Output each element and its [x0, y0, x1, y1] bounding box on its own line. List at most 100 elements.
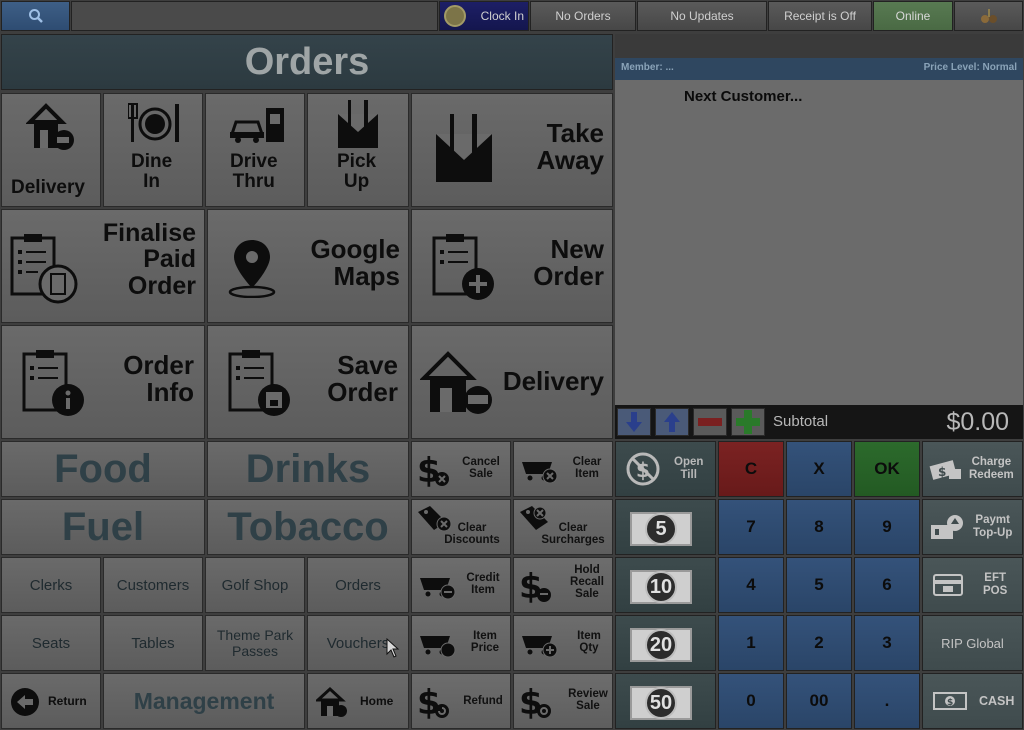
clear-discounts-button[interactable]: Clear Discounts [411, 499, 511, 555]
category-tobacco[interactable]: Tobacco [207, 499, 409, 555]
banknote-icon: 5 [630, 512, 692, 546]
category-food[interactable]: Food [1, 441, 205, 497]
mouse-cursor-icon [386, 638, 400, 658]
hold-recall-sale-button[interactable]: $ Hold Recall Sale [513, 557, 613, 613]
card-terminal-icon [933, 574, 963, 596]
scroll-down-button[interactable] [617, 408, 651, 436]
category-seats[interactable]: Seats [1, 615, 101, 671]
pos-screen: Clock In No Orders No Updates Receipt is… [0, 0, 1024, 730]
review-sale-button[interactable]: $ Review Sale [513, 673, 613, 729]
save-order-tile[interactable]: Save Order [207, 325, 409, 439]
category-vouchers[interactable]: Vouchers [307, 615, 409, 671]
charge-redeem-button[interactable]: $ Charge Redeem [922, 441, 1023, 497]
clear-surcharges-button[interactable]: Clear Surcharges [513, 499, 613, 555]
category-tables[interactable]: Tables [103, 615, 203, 671]
item-qty-button[interactable]: Item Qty [513, 615, 613, 671]
updates-status[interactable]: No Updates [637, 1, 767, 31]
digit-6[interactable]: 6 [854, 557, 920, 613]
bag-cutlery-large-icon [436, 114, 492, 182]
google-maps-tile[interactable]: Google Maps [207, 209, 409, 323]
credit-item-button[interactable]: Credit Item [411, 557, 511, 613]
member-label: Member: ... [621, 62, 674, 73]
cash-note-icon: $ [933, 692, 967, 710]
finalise-paid-order-tile[interactable]: Finalise Paid Order [1, 209, 205, 323]
page-title: Orders [244, 40, 370, 83]
category-clerks[interactable]: Clerks [1, 557, 101, 613]
delivery-large-tile[interactable]: Delivery [411, 325, 613, 439]
refund-button[interactable]: $ Refund [411, 673, 511, 729]
category-fuel[interactable]: Fuel [1, 499, 205, 555]
increase-qty-button[interactable] [731, 408, 765, 436]
member-bar[interactable]: Member: ... Price Level: Normal [615, 58, 1023, 80]
digit-4[interactable]: 4 [718, 557, 784, 613]
plate-cutlery-icon [128, 103, 179, 142]
category-drinks[interactable]: Drinks [207, 441, 409, 497]
cash-button[interactable]: $ CASH [922, 673, 1023, 729]
ok-key[interactable]: OK [854, 441, 920, 497]
dollar-hold-icon: $ [519, 568, 551, 604]
take-away-tile[interactable]: Take Away [411, 93, 613, 207]
orders-status[interactable]: No Orders [530, 1, 636, 31]
scroll-up-button[interactable] [655, 408, 689, 436]
category-golf-shop[interactable]: Golf Shop [205, 557, 305, 613]
clipboard-receipt-icon [10, 234, 78, 304]
receipt-status[interactable]: Receipt is Off [768, 1, 872, 31]
topbar-spacer [71, 1, 438, 31]
digit-7[interactable]: 7 [718, 499, 784, 555]
basket-dollar-icon [420, 636, 456, 658]
new-order-tile[interactable]: New Order [411, 209, 613, 323]
home-icon [316, 686, 347, 717]
management-button[interactable]: Management [103, 673, 305, 729]
clipboard-add-icon [432, 234, 494, 300]
delivery-tile[interactable]: Delivery [1, 93, 101, 207]
orders-header: Orders [1, 34, 613, 90]
return-button[interactable]: Return [1, 673, 101, 729]
order-info-tile[interactable]: Order Info [1, 325, 205, 439]
digit-2[interactable]: 2 [786, 615, 852, 671]
category-orders[interactable]: Orders [307, 557, 409, 613]
clock-in-button[interactable]: Clock In [439, 1, 529, 31]
open-till-button[interactable]: $ OpenTill [615, 441, 716, 497]
digit-9[interactable]: 9 [854, 499, 920, 555]
item-price-button[interactable]: Item Price [411, 615, 511, 671]
digit-0[interactable]: 0 [718, 673, 784, 729]
category-customers[interactable]: Customers [103, 557, 203, 613]
rip-global-button[interactable]: RIP Global [922, 615, 1023, 671]
eft-pos-button[interactable]: EFT POS [922, 557, 1023, 613]
settings-button[interactable] [954, 1, 1023, 31]
svg-text:$: $ [947, 698, 953, 708]
cash-note-10[interactable]: 10 [615, 557, 716, 613]
drive-thru-tile[interactable]: Drive Thru [205, 93, 305, 207]
decimal-key[interactable]: . [854, 673, 920, 729]
decrease-qty-button[interactable] [693, 408, 727, 436]
money-topup-icon [931, 515, 963, 539]
cancel-sale-button[interactable]: $ Cancel Sale [411, 441, 511, 497]
clipboard-info-icon [22, 350, 84, 416]
search-icon [28, 9, 43, 23]
digit-8[interactable]: 8 [786, 499, 852, 555]
arrow-up-icon [664, 412, 680, 432]
pick-up-tile[interactable]: Pick Up [307, 93, 409, 207]
cancel-key[interactable]: X [786, 441, 852, 497]
cash-note-5[interactable]: 5 [615, 499, 716, 555]
house-delivery-icon [26, 103, 74, 150]
digit-5[interactable]: 5 [786, 557, 852, 613]
dine-in-tile[interactable]: Dine In [103, 93, 203, 207]
digit-3[interactable]: 3 [854, 615, 920, 671]
category-theme-park-passes[interactable]: Theme Park Passes [205, 615, 305, 671]
payment-topup-button[interactable]: Paymt Top-Up [922, 499, 1023, 555]
search-button[interactable] [1, 1, 70, 31]
digit-00[interactable]: 00 [786, 673, 852, 729]
subtotal-label: Subtotal [773, 413, 829, 430]
clear-key[interactable]: C [718, 441, 784, 497]
minus-icon [698, 418, 722, 426]
online-status[interactable]: Online [873, 1, 953, 31]
cash-note-50[interactable]: 50 [615, 673, 716, 729]
clear-item-button[interactable]: Clear Item [513, 441, 613, 497]
digit-1[interactable]: 1 [718, 615, 784, 671]
subtotal-value: $0.00 [946, 408, 1009, 436]
cash-note-20[interactable]: 20 [615, 615, 716, 671]
plus-icon [736, 410, 760, 434]
home-button[interactable]: Home [307, 673, 409, 729]
receipt-list[interactable]: Next Customer... [615, 80, 1023, 405]
